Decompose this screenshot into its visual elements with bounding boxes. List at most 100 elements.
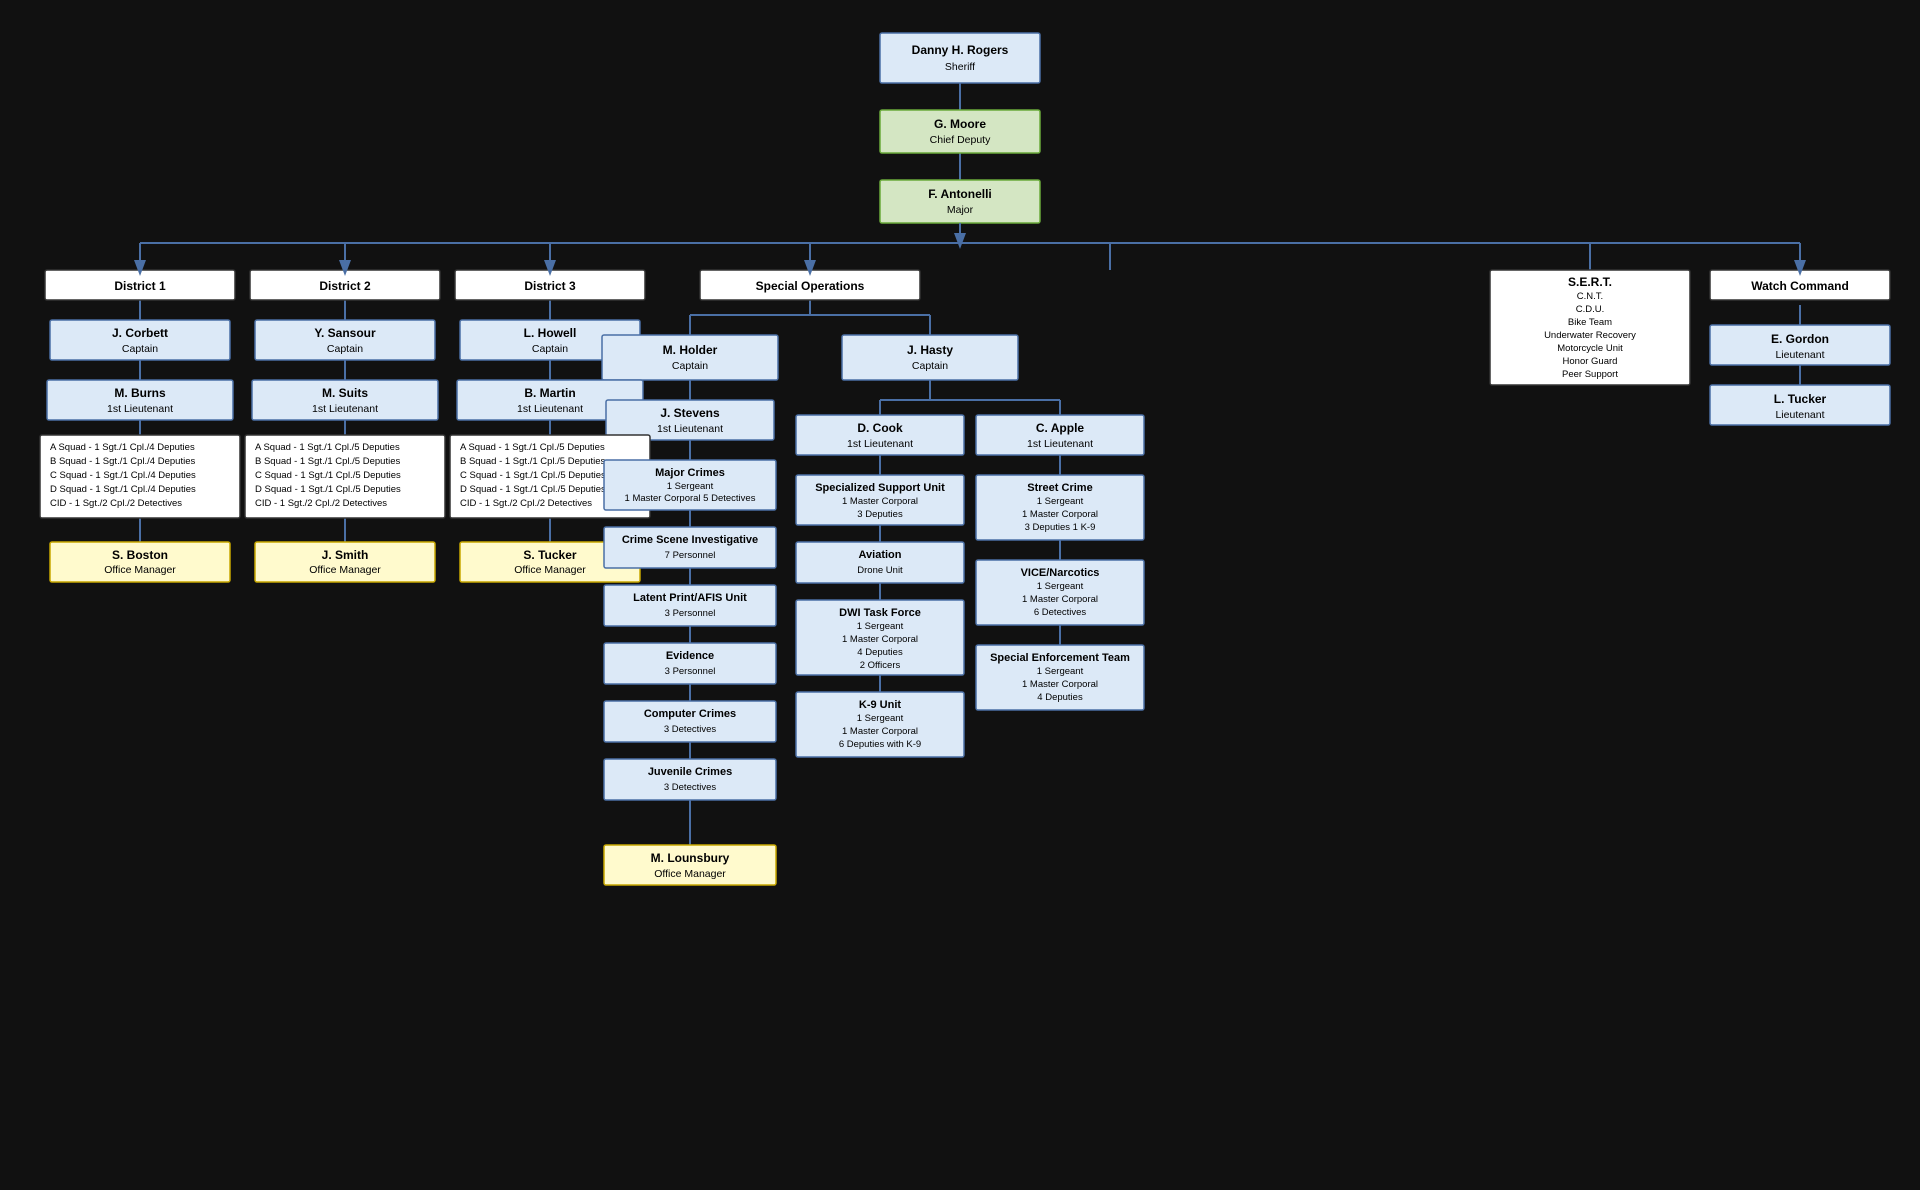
special-ops-label: Special Operations [756,279,865,293]
spec-support-d1: 1 Master Corporal [842,496,918,507]
hasty-title: Captain [912,360,948,372]
aviation-box: Aviation Drone Unit [796,542,964,583]
juvenile-crimes-detail: 3 Detectives [664,782,717,793]
spec-enf-d1: 1 Sergeant [1037,666,1084,677]
lounsbury-name: M. Lounsbury [651,851,730,865]
sansour-name: Y. Sansour [314,326,376,340]
gordon-title: Lieutenant [1775,349,1824,361]
juvenile-crimes-name: Juvenile Crimes [648,766,732,778]
street-crime-box: Street Crime 1 Sergeant 1 Master Corpora… [976,475,1144,540]
major-box: F. Antonelli Major [880,180,1040,223]
major-crimes-name: Major Crimes [655,467,725,479]
corbett-title: Captain [122,343,158,355]
jsmith-name: J. Smith [322,548,369,562]
corbett-box: J. Corbett Captain [50,320,230,360]
suits-title: 1st Lieutenant [312,403,378,415]
district3-box: District 3 [455,270,645,300]
apple-name: C. Apple [1036,421,1085,435]
street-crime-name: Street Crime [1027,482,1092,494]
suits-name: M. Suits [322,386,368,400]
latent-detail: 3 Personnel [665,608,716,619]
district3-label: District 3 [524,279,576,293]
apple-box: C. Apple 1st Lieutenant [976,415,1144,455]
chief-title: Chief Deputy [930,134,991,146]
special-ops-box: Special Operations [700,270,920,300]
dwi-box: DWI Task Force 1 Sergeant 1 Master Corpo… [796,600,964,675]
hasty-box: J. Hasty Captain [842,335,1018,380]
squad3-line5: CID - 1 Sgt./2 Cpl./2 Detectives [460,498,592,509]
apple-title: 1st Lieutenant [1027,438,1093,450]
aviation-detail: Drone Unit [857,565,903,576]
major-crimes-box: Major Crimes 1 Sergeant 1 Master Corpora… [604,460,776,510]
squad2-line5: CID - 1 Sgt./2 Cpl./2 Detectives [255,498,387,509]
k9-box: K-9 Unit 1 Sergeant 1 Master Corporal 6 … [796,692,964,757]
martin-name: B. Martin [524,386,575,400]
district2-label: District 2 [319,279,371,293]
k9-d2: 1 Master Corporal [842,726,918,737]
sert-line8: Peer Support [1562,369,1618,380]
vice-name: VICE/Narcotics [1021,567,1100,579]
spec-enf-name: Special Enforcement Team [990,652,1130,664]
chief-deputy-box: G. Moore Chief Deputy [880,110,1040,153]
street-crime-d3: 3 Deputies 1 K-9 [1025,522,1096,533]
sert-line4: Bike Team [1568,317,1612,328]
org-chart-svg: text { font-family: Arial, sans-serif; }… [10,15,1910,1175]
jsmith-box: J. Smith Office Manager [255,542,435,582]
sheriff-name: Danny H. Rogers [912,43,1009,57]
howell-title: Captain [532,343,568,355]
squad2-line4: D Squad - 1 Sgt./1 Cpl./5 Deputies [255,484,401,495]
district1-label: District 1 [114,279,166,293]
cook-title: 1st Lieutenant [847,438,913,450]
evidence-detail: 3 Personnel [665,666,716,677]
major-name: F. Antonelli [928,187,992,201]
vice-d1: 1 Sergeant [1037,581,1084,592]
chief-name: G. Moore [934,117,986,131]
dwi-d2: 1 Master Corporal [842,634,918,645]
dwi-d3: 4 Deputies [857,647,903,658]
chart-wrapper: text { font-family: Arial, sans-serif; }… [0,0,1920,1190]
sansour-title: Captain [327,343,363,355]
boston-box: S. Boston Office Manager [50,542,230,582]
sert-group-box: S.E.R.T. C.N.T. C.D.U. Bike Team Underwa… [1490,270,1690,385]
squad3-line1: A Squad - 1 Sgt./1 Cpl./5 Deputies [460,442,605,453]
burns-box: M. Burns 1st Lieutenant [47,380,233,420]
holder-title: Captain [672,360,708,372]
computer-crimes-box: Computer Crimes 3 Detectives [604,701,776,742]
computer-crimes-name: Computer Crimes [644,708,736,720]
dwi-name: DWI Task Force [839,607,921,619]
sheriff-title: Sheriff [945,61,975,73]
hasty-name: J. Hasty [907,343,953,357]
cook-box: D. Cook 1st Lieutenant [796,415,964,455]
k9-d3: 6 Deputies with K-9 [839,739,921,750]
evidence-name: Evidence [666,650,714,662]
sert-line5: Underwater Recovery [1544,330,1636,341]
stevens-box: J. Stevens 1st Lieutenant [606,400,774,440]
vice-narc-box: VICE/Narcotics 1 Sergeant 1 Master Corpo… [976,560,1144,625]
sheriff-box: Danny H. Rogers Sheriff [880,33,1040,83]
squad3-line3: C Squad - 1 Sgt./1 Cpl./5 Deputies [460,470,606,481]
gordon-name: E. Gordon [1771,332,1829,346]
gordon-box: E. Gordon Lieutenant [1710,325,1890,365]
watch-label: Watch Command [1751,279,1849,293]
boston-name: S. Boston [112,548,168,562]
squad3-line4: D Squad - 1 Sgt./1 Cpl./5 Deputies [460,484,606,495]
cook-name: D. Cook [857,421,903,435]
martin-title: 1st Lieutenant [517,403,583,415]
tucker-lt-title: Lieutenant [1775,409,1824,421]
district1-box: District 1 [45,270,235,300]
boston-title: Office Manager [104,564,176,576]
suits-box: M. Suits 1st Lieutenant [252,380,438,420]
squad1-line5: CID - 1 Sgt./2 Cpl./2 Detectives [50,498,182,509]
stevens-title: 1st Lieutenant [657,423,723,435]
tucker-lt-box: L. Tucker Lieutenant [1710,385,1890,425]
latent-print-box: Latent Print/AFIS Unit 3 Personnel [604,585,776,626]
squad1-line3: C Squad - 1 Sgt./1 Cpl./4 Deputies [50,470,196,481]
sert-line2: C.N.T. [1577,291,1603,302]
holder-box: M. Holder Captain [602,335,778,380]
stucker-name: S. Tucker [523,548,576,562]
squad1-line1: A Squad - 1 Sgt./1 Cpl./4 Deputies [50,442,195,453]
spec-support-name: Specialized Support Unit [815,482,945,494]
tucker-lt-name: L. Tucker [1774,392,1827,406]
dwi-d1: 1 Sergeant [857,621,904,632]
spec-enf-d2: 1 Master Corporal [1022,679,1098,690]
